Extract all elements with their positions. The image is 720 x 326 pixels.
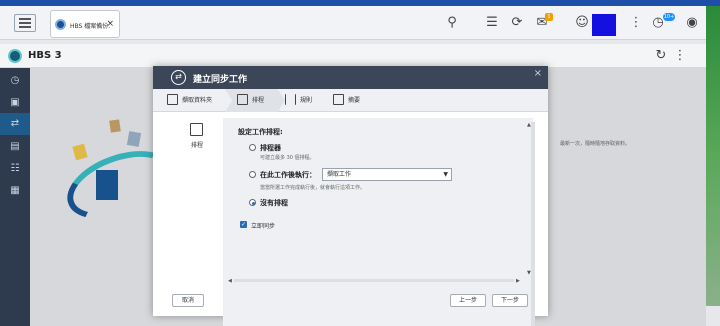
option-note-scheduler: 可建立最多 30 個排程。 <box>260 155 315 161</box>
more-options-icon[interactable]: ⋮ <box>628 15 644 31</box>
sync-job-icon: ⇄ <box>171 70 186 85</box>
sliders-icon <box>285 94 296 105</box>
scroll-left-icon[interactable]: ◀ <box>228 278 232 284</box>
tab-close-icon[interactable]: × <box>106 19 114 29</box>
section-title: 設定工作排程: <box>238 128 283 136</box>
scroll-up-icon[interactable]: ▲ <box>527 122 531 128</box>
step-summary[interactable]: 摘要 <box>333 89 360 112</box>
scroll-down-icon[interactable]: ▼ <box>527 270 531 276</box>
step-label: 摘要 <box>348 97 361 104</box>
tab-title: HBS 檔案備份... <box>70 23 110 30</box>
search-icon[interactable]: ⚲ <box>444 15 460 31</box>
backup-icon[interactable]: ▣ <box>8 96 22 110</box>
window-more-icon[interactable]: ⋮ <box>672 48 688 64</box>
user-name-redacted[interactable] <box>592 14 616 36</box>
step-label: 規則 <box>300 97 313 104</box>
calendar-icon <box>237 94 248 105</box>
refresh-icon[interactable]: ↻ <box>653 48 669 64</box>
sync-now-label: 立即同步 <box>251 223 276 230</box>
step-rules[interactable]: 規則 <box>285 89 312 112</box>
option-label-after-job: 在此工作後執行： <box>260 171 316 179</box>
main-menu-button[interactable] <box>14 14 36 32</box>
radio-no-schedule[interactable] <box>249 199 256 206</box>
sync-now-checkbox[interactable]: ✓ <box>240 221 247 228</box>
option-label-no-schedule: 沒有排程 <box>260 199 288 207</box>
next-button[interactable]: 下一步 <box>492 294 528 307</box>
dialog-header: ⇄ 建立同步工作 × <box>153 66 548 89</box>
folder-sync-icon <box>167 94 178 105</box>
hbs-app-icon <box>55 19 66 30</box>
side-tab-label: 排程 <box>191 142 204 149</box>
dialog-title: 建立同步工作 <box>193 75 248 85</box>
services-icon[interactable]: ▦ <box>8 184 22 198</box>
step-label: 擷取資料夾 <box>182 97 213 104</box>
desktop-background <box>706 6 720 306</box>
app-title: HBS 3 <box>28 50 62 61</box>
jobs-icon[interactable]: ☷ <box>8 162 22 176</box>
close-icon[interactable]: × <box>534 68 542 79</box>
app-sidebar: ◷ ▣ ⇄ ▤ ☷ ▦ <box>0 68 30 326</box>
vertical-scrollbar[interactable] <box>531 122 535 326</box>
system-status-icon[interactable]: ◉ <box>684 15 700 31</box>
scroll-right-icon[interactable]: ▶ <box>516 278 520 284</box>
app-tab-hbs[interactable]: HBS 檔案備份... × <box>50 10 120 38</box>
status-badge: 10+ <box>663 13 675 21</box>
cancel-button[interactable]: 取消 <box>172 294 204 307</box>
overview-icon[interactable]: ◷ <box>8 74 22 88</box>
step-label: 排程 <box>252 97 265 104</box>
app-header: HBS 3 ↻ ⋮ <box>0 44 706 68</box>
storage-icon[interactable]: ▤ <box>8 140 22 154</box>
radio-after-job[interactable] <box>249 171 256 178</box>
tasks-icon[interactable]: ☰ <box>484 15 500 31</box>
hbs-logo-icon <box>8 49 22 63</box>
user-icon[interactable]: ☺ <box>574 15 590 31</box>
radio-scheduler[interactable] <box>249 144 256 151</box>
step-schedule[interactable]: 排程 <box>237 89 264 112</box>
clipboard-icon <box>333 94 344 105</box>
horizontal-scrollbar[interactable] <box>234 279 514 282</box>
step-select-folder[interactable]: 擷取資料夾 <box>167 89 212 112</box>
chevron-down-icon: ▼ <box>443 171 448 178</box>
option-label-scheduler: 排程器 <box>260 144 281 152</box>
select-value: 擷取工作 <box>327 171 352 178</box>
notification-badge: 1 <box>545 13 553 21</box>
calendar-icon <box>190 123 203 136</box>
option-note-after-job: 當當所選工作完成執行後，就會執行這項工作。 <box>260 185 366 191</box>
sync-icon[interactable]: ⟳ <box>509 15 525 31</box>
system-toolbar: HBS 檔案備份... × ⚲ ☰ ⟳ ✉ 1 ☺ ⋮ ◷ 10+ ◉ <box>0 6 720 40</box>
back-button[interactable]: 上一步 <box>450 294 486 307</box>
wizard-steps: 擷取資料夾 排程 規則 摘要 <box>153 89 548 112</box>
job-select[interactable]: 擷取工作 ▼ <box>322 168 452 181</box>
sync-nav-icon[interactable]: ⇄ <box>8 117 22 131</box>
